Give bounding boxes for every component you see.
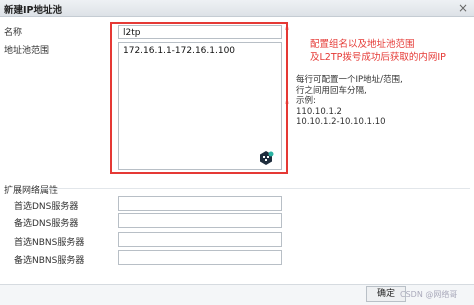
dns-primary-input[interactable] [118, 196, 282, 211]
range-label: 地址池范围 [4, 46, 50, 56]
nbns-secondary-label: 备选NBNS服务器 [14, 256, 85, 266]
input-assist-icon[interactable] [258, 150, 274, 166]
nbns-primary-input[interactable] [118, 232, 282, 247]
hint-line: 110.10.1.2 [296, 106, 342, 117]
dns-secondary-label: 备选DNS服务器 [14, 219, 79, 229]
hint-line: 行之间用回车分隔, [296, 85, 367, 96]
hint-line: 10.10.1.2-10.10.1.10 [296, 117, 386, 127]
annotation-line-2: 及L2TP拨号成功后获取的内网IP [310, 52, 446, 63]
range-hint: 每行可配置一个IP地址/范围, 行之间用回车分隔, 示例: 110.10.1.2… [296, 75, 403, 128]
ext-section-title: 扩展网络属性 [4, 186, 59, 196]
name-input[interactable]: l2tp [118, 25, 282, 39]
hint-line: 每行可配置一个IP地址/范围, [296, 75, 403, 85]
ext-section-divider [40, 188, 470, 189]
dns-primary-label: 首选DNS服务器 [14, 202, 79, 212]
name-required-mark: * [285, 26, 289, 35]
nbns-secondary-input[interactable] [118, 250, 282, 265]
dialog-title: 新建IP地址池 [4, 5, 62, 16]
name-label: 名称 [4, 28, 23, 38]
nbns-primary-label: 首选NBNS服务器 [14, 238, 85, 248]
range-required-mark: * [285, 100, 289, 109]
dialog-titlebar: 新建IP地址池 × [0, 0, 474, 17]
close-icon[interactable]: × [456, 1, 470, 15]
annotation-line-1: 配置组名以及地址池范围 [310, 39, 415, 50]
hint-line: 示例: [296, 96, 316, 106]
dns-secondary-input[interactable] [118, 213, 282, 228]
watermark: CSDN @网络哥 [400, 290, 458, 299]
